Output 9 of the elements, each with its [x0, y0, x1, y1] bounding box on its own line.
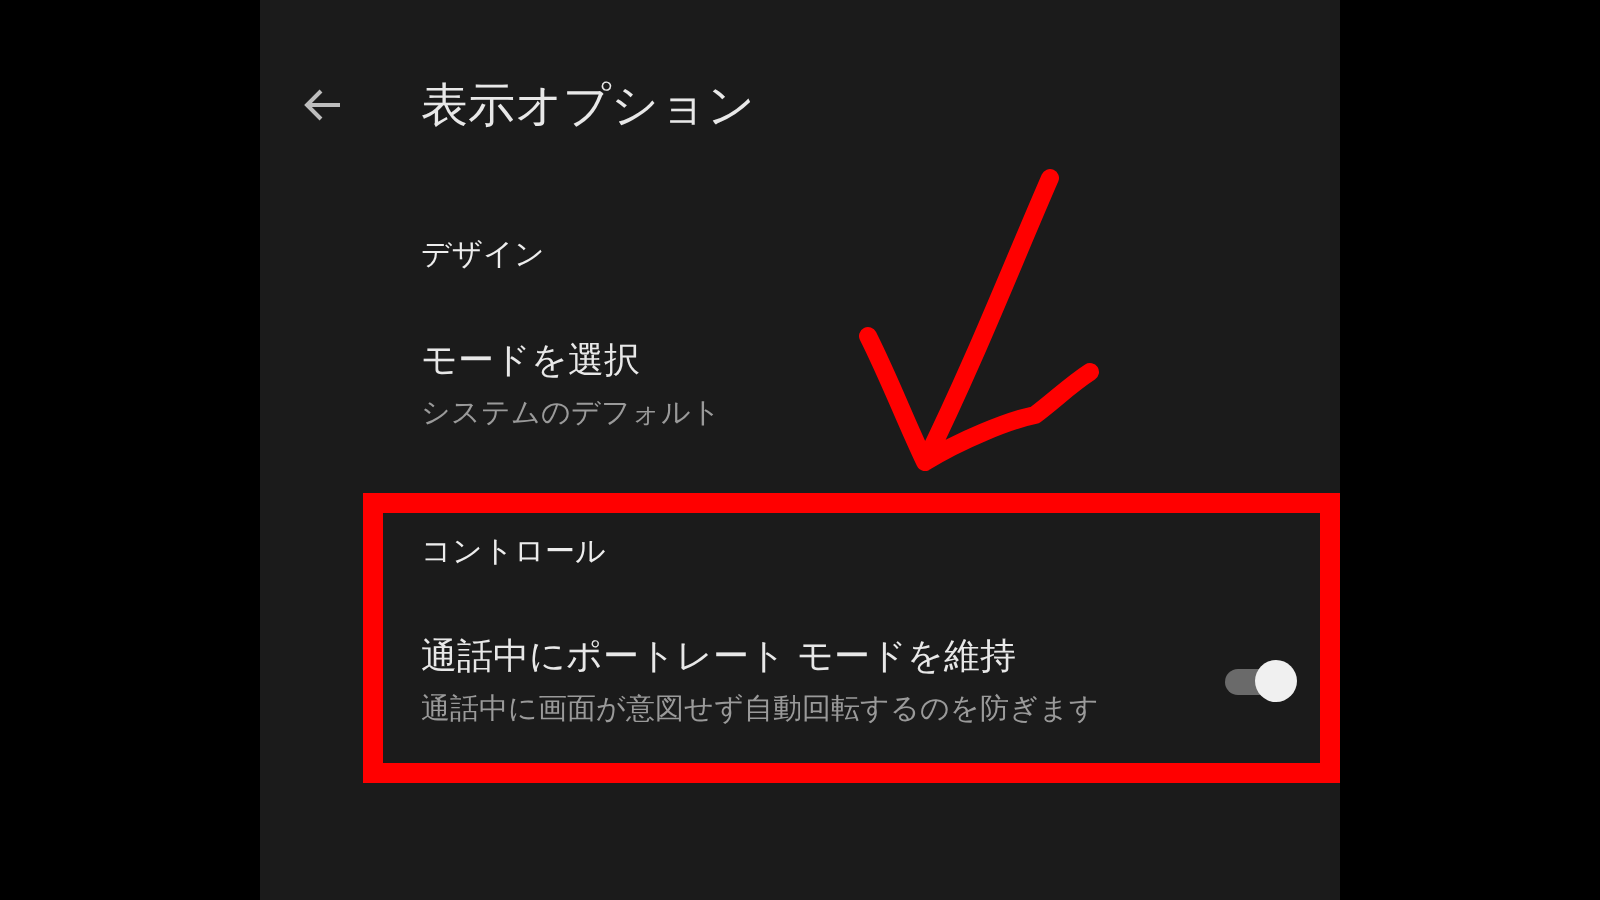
toggle-switch[interactable] — [1223, 658, 1297, 703]
screen-title: 表示オプション — [421, 75, 755, 134]
setting-summary: 通話中に画面が意図せず自動回転するのを防ぎます — [421, 690, 1099, 727]
section-header: コントロール — [421, 532, 607, 570]
section-header: デザイン — [421, 235, 546, 273]
setting-title: 通話中にポートレート モードを維持 — [421, 634, 1018, 678]
setting-summary: システムのデフォルト — [421, 394, 721, 431]
back-arrow-icon[interactable] — [302, 87, 342, 123]
setting-title: モードを選択 — [421, 338, 641, 382]
